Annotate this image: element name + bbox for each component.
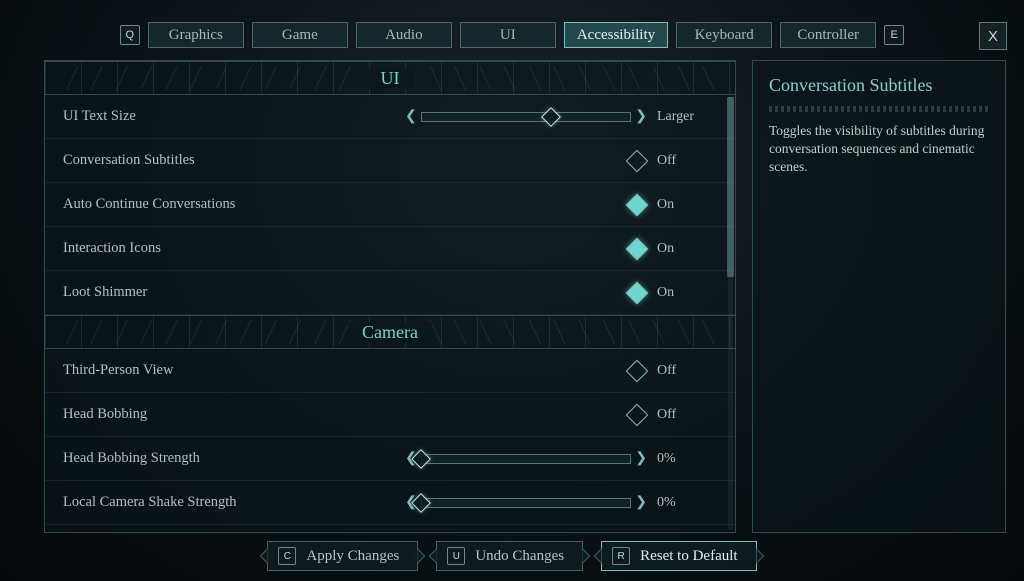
slider-increase-icon[interactable]: ❯ [635, 496, 647, 510]
section-title: UI [367, 68, 414, 89]
slider-decrease-icon[interactable]: ❮ [405, 110, 417, 124]
slider-increase-icon[interactable]: ❯ [635, 110, 647, 124]
toggle-diamond-icon[interactable] [626, 359, 649, 382]
info-panel: Conversation Subtitles Toggles the visib… [752, 60, 1006, 533]
slider-ui-text-size[interactable]: ❮ ❯ [407, 108, 645, 126]
button-label: Reset to Default [640, 548, 737, 565]
main-area: UI UI Text Size ❮ ❯ Larger [44, 60, 1006, 533]
tab-audio[interactable]: Audio [356, 22, 452, 48]
close-button[interactable]: X [979, 22, 1007, 50]
tab-ui[interactable]: UI [460, 22, 556, 48]
setting-value: Off [657, 153, 721, 169]
reset-to-default-button[interactable]: R Reset to Default [601, 541, 756, 571]
setting-value: Off [657, 407, 721, 423]
tab-accessibility[interactable]: Accessibility [564, 22, 668, 48]
setting-auto-continue-conversations[interactable]: Auto Continue Conversations On [45, 183, 735, 227]
settings-scroll: UI UI Text Size ❮ ❯ Larger [45, 61, 735, 532]
tab-bar: Q Graphics Game Audio UI Accessibility K… [0, 22, 1024, 48]
setting-head-bobbing[interactable]: Head Bobbing Off [45, 393, 735, 437]
setting-conversation-subtitles[interactable]: Conversation Subtitles Off [45, 139, 735, 183]
slider-track[interactable] [421, 112, 631, 122]
slider-head-bobbing-strength[interactable]: ❮ ❯ [407, 450, 645, 468]
setting-loot-shimmer[interactable]: Loot Shimmer On [45, 271, 735, 315]
tab-graphics[interactable]: Graphics [148, 22, 244, 48]
info-body: Toggles the visibility of subtitles duri… [769, 122, 989, 177]
setting-value: 0% [657, 451, 721, 467]
setting-label: UI Text Size [63, 108, 343, 125]
slider-track[interactable] [421, 454, 631, 464]
toggle-diamond-icon[interactable] [626, 281, 649, 304]
section-header-ui: UI [45, 61, 735, 95]
setting-label: Auto Continue Conversations [63, 196, 343, 213]
tab-game[interactable]: Game [252, 22, 348, 48]
apply-key-hint: C [278, 547, 296, 565]
next-tab-key-hint: E [884, 25, 904, 45]
setting-label: Head Bobbing Strength [63, 450, 343, 467]
toggle-diamond-icon[interactable] [626, 403, 649, 426]
tab-controller[interactable]: Controller [780, 22, 876, 48]
slider-local-camera-shake-strength[interactable]: ❮ ❯ [407, 494, 645, 512]
toggle-diamond-icon[interactable] [626, 149, 649, 172]
info-divider [769, 106, 989, 112]
info-title: Conversation Subtitles [769, 75, 989, 96]
toggle-diamond-icon[interactable] [626, 237, 649, 260]
slider-thumb[interactable] [541, 107, 561, 127]
prev-tab-key-hint: Q [120, 25, 140, 45]
setting-label: Local Camera Shake Strength [63, 494, 343, 511]
setting-value: Off [657, 363, 721, 379]
button-label: Apply Changes [306, 548, 399, 565]
setting-head-bobbing-strength[interactable]: Head Bobbing Strength ❮ ❯ 0% [45, 437, 735, 481]
setting-ui-text-size[interactable]: UI Text Size ❮ ❯ Larger [45, 95, 735, 139]
undo-changes-button[interactable]: U Undo Changes [436, 541, 583, 571]
setting-interaction-icons[interactable]: Interaction Icons On [45, 227, 735, 271]
tab-keyboard[interactable]: Keyboard [676, 22, 772, 48]
settings-panel: UI UI Text Size ❮ ❯ Larger [44, 60, 736, 533]
scrollbar-thumb[interactable] [727, 97, 734, 277]
setting-local-camera-shake-strength[interactable]: Local Camera Shake Strength ❮ ❯ 0% [45, 481, 735, 525]
slider-track[interactable] [421, 498, 631, 508]
apply-changes-button[interactable]: C Apply Changes [267, 541, 418, 571]
section-title: Camera [348, 322, 432, 343]
setting-value: On [657, 285, 721, 301]
setting-value: On [657, 241, 721, 257]
undo-key-hint: U [447, 547, 465, 565]
setting-label: Head Bobbing [63, 406, 343, 423]
reset-key-hint: R [612, 547, 630, 565]
setting-third-person-view[interactable]: Third-Person View Off [45, 349, 735, 393]
setting-value: Larger [657, 109, 721, 125]
setting-value: 0% [657, 495, 721, 511]
setting-label: Loot Shimmer [63, 284, 343, 301]
toggle-diamond-icon[interactable] [626, 193, 649, 216]
footer-bar: C Apply Changes U Undo Changes R Reset t… [0, 541, 1024, 571]
slider-increase-icon[interactable]: ❯ [635, 452, 647, 466]
setting-value: On [657, 197, 721, 213]
setting-label: Third-Person View [63, 362, 343, 379]
setting-label: Conversation Subtitles [63, 152, 343, 169]
button-label: Undo Changes [475, 548, 564, 565]
section-header-camera: Camera [45, 315, 735, 349]
setting-label: Interaction Icons [63, 240, 343, 257]
